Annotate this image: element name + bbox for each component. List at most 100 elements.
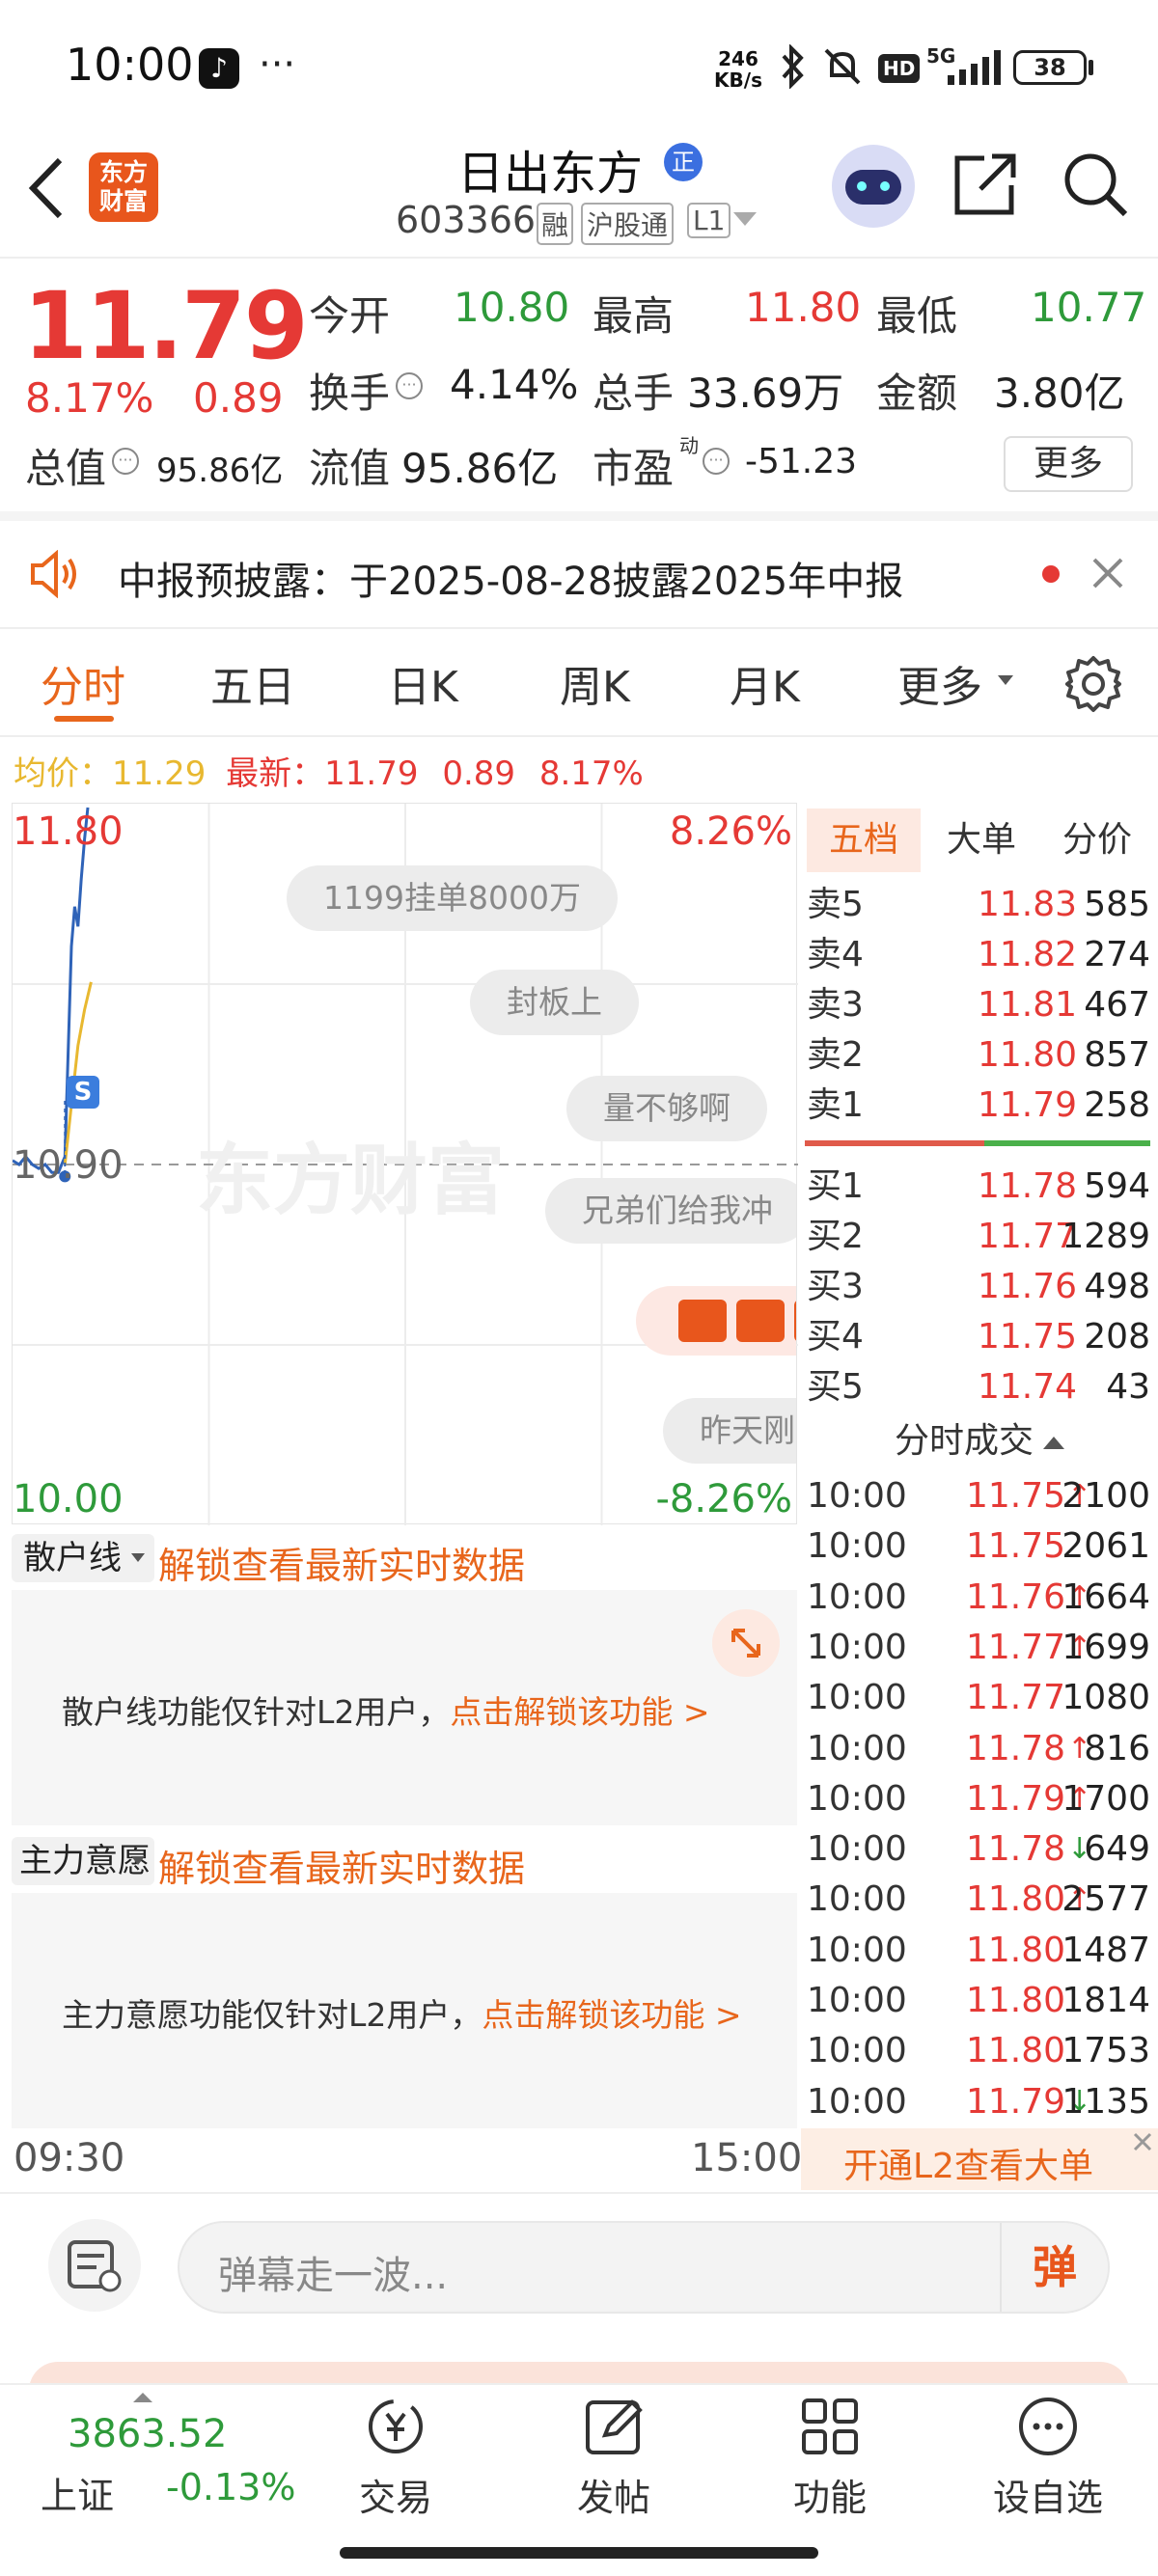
tab-daily[interactable]: 日K — [388, 652, 458, 714]
change-pct: 8.17% — [25, 374, 154, 422]
float-value: 95.86亿 — [401, 445, 559, 492]
zhuli-unlock-text[interactable]: 解锁查看最新实时数据 — [158, 1839, 525, 1892]
close-icon[interactable] — [1129, 2128, 1156, 2155]
notice-bar[interactable]: 中报预披露：于2025-08-28披露2025年中报 — [0, 521, 1158, 627]
nav-post[interactable]: 发帖 — [537, 2395, 691, 2521]
tab-weekly[interactable]: 周K — [560, 652, 630, 714]
bottom-nav: 3863.52 上证 -0.13% 交易 发帖 功能 设自选 — [0, 2383, 1158, 2576]
x-end-label: 15:00 — [691, 2136, 803, 2180]
search-icon[interactable] — [1062, 151, 1131, 224]
send-danmaku-button[interactable]: 弹 — [1000, 2223, 1108, 2312]
danmaku-clip: 兄弟们给我冲 昨天刚 — [13, 804, 796, 1523]
close-icon[interactable] — [1090, 556, 1125, 594]
tab-big-orders[interactable]: 大单 — [924, 808, 1038, 872]
dropdown-icon[interactable] — [733, 212, 757, 226]
zhuli-locked-box: 主力意愿功能仅针对L2用户，点击解锁该功能 > — [12, 1893, 797, 2128]
sanhu-unlock-text[interactable]: 解锁查看最新实时数据 — [158, 1536, 525, 1589]
zhuli-unlock-link[interactable]: 点击解锁该功能 > — [482, 1996, 741, 2034]
expand-icon[interactable] — [712, 1609, 780, 1677]
ask-row[interactable]: 卖4 11.82 274 — [807, 930, 1150, 980]
share-icon[interactable] — [951, 151, 1019, 222]
ask-price: 11.79 — [977, 1085, 1077, 1125]
back-icon[interactable] — [25, 154, 68, 226]
tick-price: 11.79 — [965, 2081, 1065, 2122]
ask-volume: 467 — [1084, 985, 1150, 1025]
rising-chart-icon — [794, 1300, 796, 1342]
tick-time: 10:00 — [807, 1778, 907, 1819]
chart-tabs: 分时 五日 日K 周K 月K 更多 — [0, 629, 1158, 735]
ask-price: 11.83 — [977, 885, 1077, 924]
info-icon[interactable]: ··· — [112, 448, 139, 475]
tick-price: 11.80 — [965, 1930, 1065, 1970]
open-label: 今开 — [309, 292, 391, 340]
settings-gear-icon[interactable] — [1063, 654, 1123, 718]
trade-icon — [369, 2399, 423, 2453]
tick-row: 10:00 11.76 ↑ 1664 — [807, 1573, 1150, 1623]
ask-row[interactable]: 卖5 11.83 585 — [807, 880, 1150, 930]
grid-icon — [802, 2398, 858, 2454]
tab-more[interactable]: 更多 — [897, 652, 982, 714]
speaker-icon — [29, 549, 83, 602]
tab-five-levels[interactable]: 五档 — [807, 808, 921, 872]
ask-volume: 274 — [1084, 935, 1150, 974]
section-gap — [0, 511, 1158, 521]
ai-assistant-icon[interactable] — [832, 145, 915, 228]
ask-level-label: 卖1 — [807, 1085, 864, 1125]
danmaku-input[interactable]: 弹幕走一波... 弹 — [178, 2221, 1110, 2314]
ask-row[interactable]: 卖3 11.81 467 — [807, 980, 1150, 1030]
bid-row[interactable]: 买1 11.78 594 — [807, 1162, 1150, 1212]
sanhu-locked-msg: 散户线功能仅针对L2用户，点击解锁该功能 > — [62, 1686, 710, 1733]
notice-text: 中报预披露：于2025-08-28披露2025年中报 — [118, 560, 904, 604]
index-value[interactable]: 3863.52 — [68, 2412, 227, 2456]
more-button[interactable]: 更多 — [1004, 436, 1133, 492]
tick-row: 10:00 11.77 1080 — [807, 1673, 1150, 1723]
tab-active-indicator — [54, 716, 114, 722]
tick-price: 11.80 — [965, 2031, 1065, 2071]
nav-watchlist[interactable]: 设自选 — [971, 2395, 1125, 2521]
bid-row[interactable]: 买3 11.76 498 — [807, 1262, 1150, 1312]
tab-price-dist[interactable]: 分价 — [1040, 808, 1154, 872]
sanhu-unlock-link[interactable]: 点击解锁该功能 > — [450, 1693, 709, 1731]
ask-volume: 258 — [1084, 1085, 1150, 1125]
pe-value: -51.23 — [745, 442, 858, 481]
latest-label: 最新： — [226, 754, 325, 793]
tick-price: 11.78 — [965, 1728, 1065, 1768]
x-start-label: 09:30 — [14, 2136, 125, 2180]
bid-row[interactable]: 买4 11.75 208 — [807, 1312, 1150, 1362]
tick-price: 11.77 — [965, 1627, 1065, 1667]
tab-monthly[interactable]: 月K — [730, 652, 800, 714]
quote-panel: 11.79 8.17% 0.89 今开 10.80 最高 11.80 最低 10… — [0, 259, 1158, 514]
open-value: 10.80 — [454, 284, 570, 331]
ask-row[interactable]: 卖2 11.80 857 — [807, 1030, 1150, 1081]
app-logo[interactable]: 东方 财富 — [89, 152, 158, 222]
bid-price: 11.74 — [977, 1367, 1077, 1407]
ask-level-label: 卖4 — [807, 935, 864, 974]
info-icon[interactable]: ··· — [703, 448, 730, 475]
intraday-chart[interactable]: 东方财富 11.80 10.90 10.00 8.26% -8.26% S 11… — [12, 803, 798, 1525]
zhuli-select[interactable]: 主力意愿 — [12, 1837, 154, 1885]
ask-price: 11.81 — [977, 985, 1077, 1025]
tick-time: 10:00 — [807, 2031, 907, 2071]
bid-volume: 1289 — [1062, 1217, 1150, 1256]
bid-price: 11.75 — [977, 1317, 1077, 1357]
l2-promo-banner[interactable]: 开通L2查看大单 — [801, 2128, 1158, 2190]
tick-volume: 1080 — [1062, 1678, 1150, 1718]
nav-functions[interactable]: 功能 — [753, 2395, 907, 2521]
sanhu-select[interactable]: 散户线 — [12, 1534, 154, 1582]
tab-5day[interactable]: 五日 — [210, 652, 295, 714]
sort-up-icon — [1043, 1436, 1064, 1449]
expand-up-icon[interactable] — [133, 2393, 152, 2402]
tick-row: 10:00 11.75 2061 — [807, 1521, 1150, 1572]
tick-row: 10:00 11.80 1814 — [807, 1976, 1150, 2026]
ask-row[interactable]: 卖1 11.79 258 — [807, 1081, 1150, 1131]
comment-list-icon[interactable] — [48, 2219, 141, 2312]
tick-price: 11.79 — [965, 1778, 1065, 1819]
zhuli-msg-text: 主力意愿功能仅针对L2用户， — [62, 1996, 482, 2034]
tick-header[interactable]: 分时成交 — [801, 1414, 1158, 1468]
info-icon[interactable]: ··· — [396, 372, 423, 399]
bid-row[interactable]: 买5 11.74 43 — [807, 1362, 1150, 1412]
nav-trade[interactable]: 交易 — [318, 2395, 473, 2521]
bluetooth-icon — [778, 43, 807, 93]
bid-row[interactable]: 买2 11.77 1289 — [807, 1212, 1150, 1262]
tab-intraday[interactable]: 分时 — [41, 652, 125, 714]
